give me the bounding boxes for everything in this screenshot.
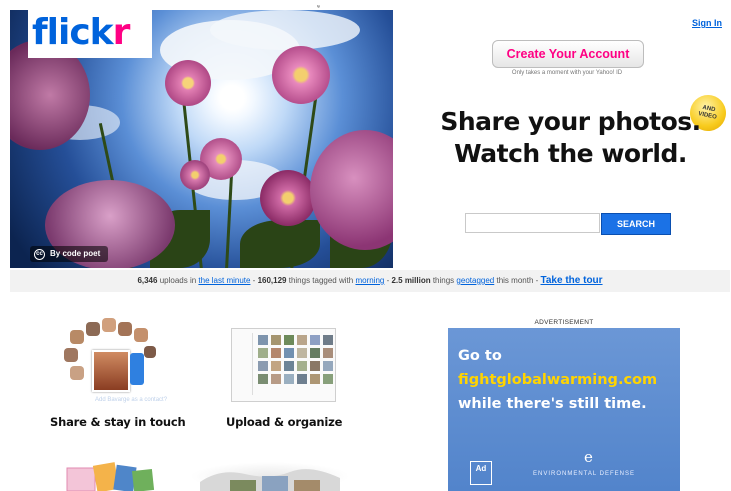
tag-link[interactable]: morning [355, 276, 384, 285]
share-illustration[interactable] [60, 318, 160, 400]
tagline-line2: Watch the world. [454, 139, 687, 168]
stray-glyph: ู [320, 0, 328, 5]
thumbnail-grid [258, 335, 333, 397]
tagged-text: things tagged with [288, 276, 354, 285]
ad-council-logo: Ad [470, 461, 492, 485]
create-account-subtext: Only takes a moment with your Yahoo! ID [511, 70, 623, 76]
upload-label[interactable]: Upload & organize [226, 415, 342, 429]
sign-in-link[interactable]: Sign In [692, 18, 722, 28]
tagline: Share your photos. Watch the world. [438, 106, 703, 170]
advertisement-label: ADVERTISEMENT [534, 319, 594, 326]
hero-photo[interactable]: flickr cc By code poet [10, 10, 393, 268]
geotag-count: 2.5 million [391, 276, 431, 285]
prints-illustration [66, 462, 155, 491]
photo-credit-text: By code poet [50, 249, 101, 258]
uploads-text: uploads in [159, 276, 197, 285]
geotagged-link[interactable]: geotagged [456, 276, 494, 285]
geotag-text: things [432, 276, 455, 285]
stats-bar: 6,346 uploads in the last minute - 160,1… [10, 270, 730, 292]
last-minute-link[interactable]: the last minute [198, 276, 250, 285]
uploads-count: 6,346 [137, 276, 158, 285]
environmental-defense-logo: e [584, 448, 593, 466]
add-contact-hint: Add Bavarge as a contact? [95, 397, 168, 403]
advertisement-banner[interactable]: Go to fightglobalwarming.com while there… [448, 328, 680, 491]
environmental-defense-text: ENVIRONMENTAL DEFENSE [533, 471, 636, 477]
month-text: this month [496, 276, 534, 285]
ad-line3: while there's still time. [458, 396, 647, 412]
ad-line1: Go to [458, 348, 502, 364]
creative-commons-icon: cc [34, 249, 45, 260]
tagged-count: 160,129 [257, 276, 287, 285]
search-button[interactable]: SEARCH [601, 213, 671, 235]
photo-credit[interactable]: cc By code poet [30, 246, 109, 262]
tagline-line1: Share your photos. [440, 107, 701, 136]
create-account-button[interactable]: Create Your Account [492, 40, 644, 68]
share-label[interactable]: Share & stay in touch [50, 415, 186, 429]
search-input[interactable] [465, 213, 600, 233]
organizer-sidebar [236, 333, 253, 395]
map-illustration [190, 462, 350, 491]
contact-photo [92, 350, 130, 392]
ad-line2: fightglobalwarming.com [458, 372, 658, 388]
contact-panel [130, 353, 144, 385]
take-the-tour-link[interactable]: Take the tour [541, 275, 603, 286]
flickr-logo[interactable]: flickr [32, 12, 130, 54]
upload-illustration[interactable] [231, 328, 336, 402]
